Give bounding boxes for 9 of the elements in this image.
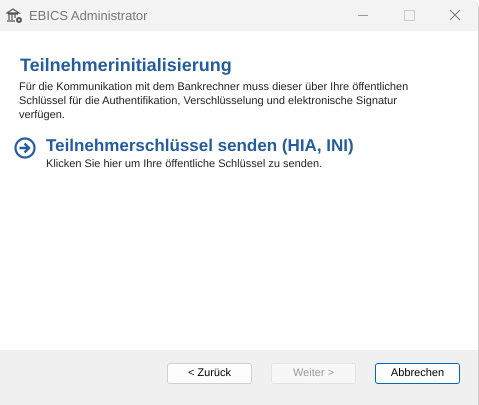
send-keys-hint: Klicken Sie hier um Ihre öffentliche Schlüssel zu senden.	[46, 157, 324, 171]
wizard-button[interactable]: < Zurück	[167, 363, 252, 384]
arrow-circle-icon[interactable]	[14, 137, 36, 159]
wizard-button[interactable]: Abbrechen	[375, 363, 460, 384]
page-heading: Teilnehmerinitialisierung	[20, 54, 233, 77]
description-text: Für die Kommunikation mit dem Bankrechner muss dieser über Ihre öffentlichen Schlüssel für die Authentifikation, Verschlüsselung und elektronische Signatur verfügen.	[19, 80, 410, 122]
send-keys-link[interactable]: Teilnehmerschlüssel senden (HIA, INI)	[46, 135, 354, 157]
window-title: EBICS Administrator	[29, 6, 148, 25]
bank-gear-icon	[6, 8, 23, 24]
